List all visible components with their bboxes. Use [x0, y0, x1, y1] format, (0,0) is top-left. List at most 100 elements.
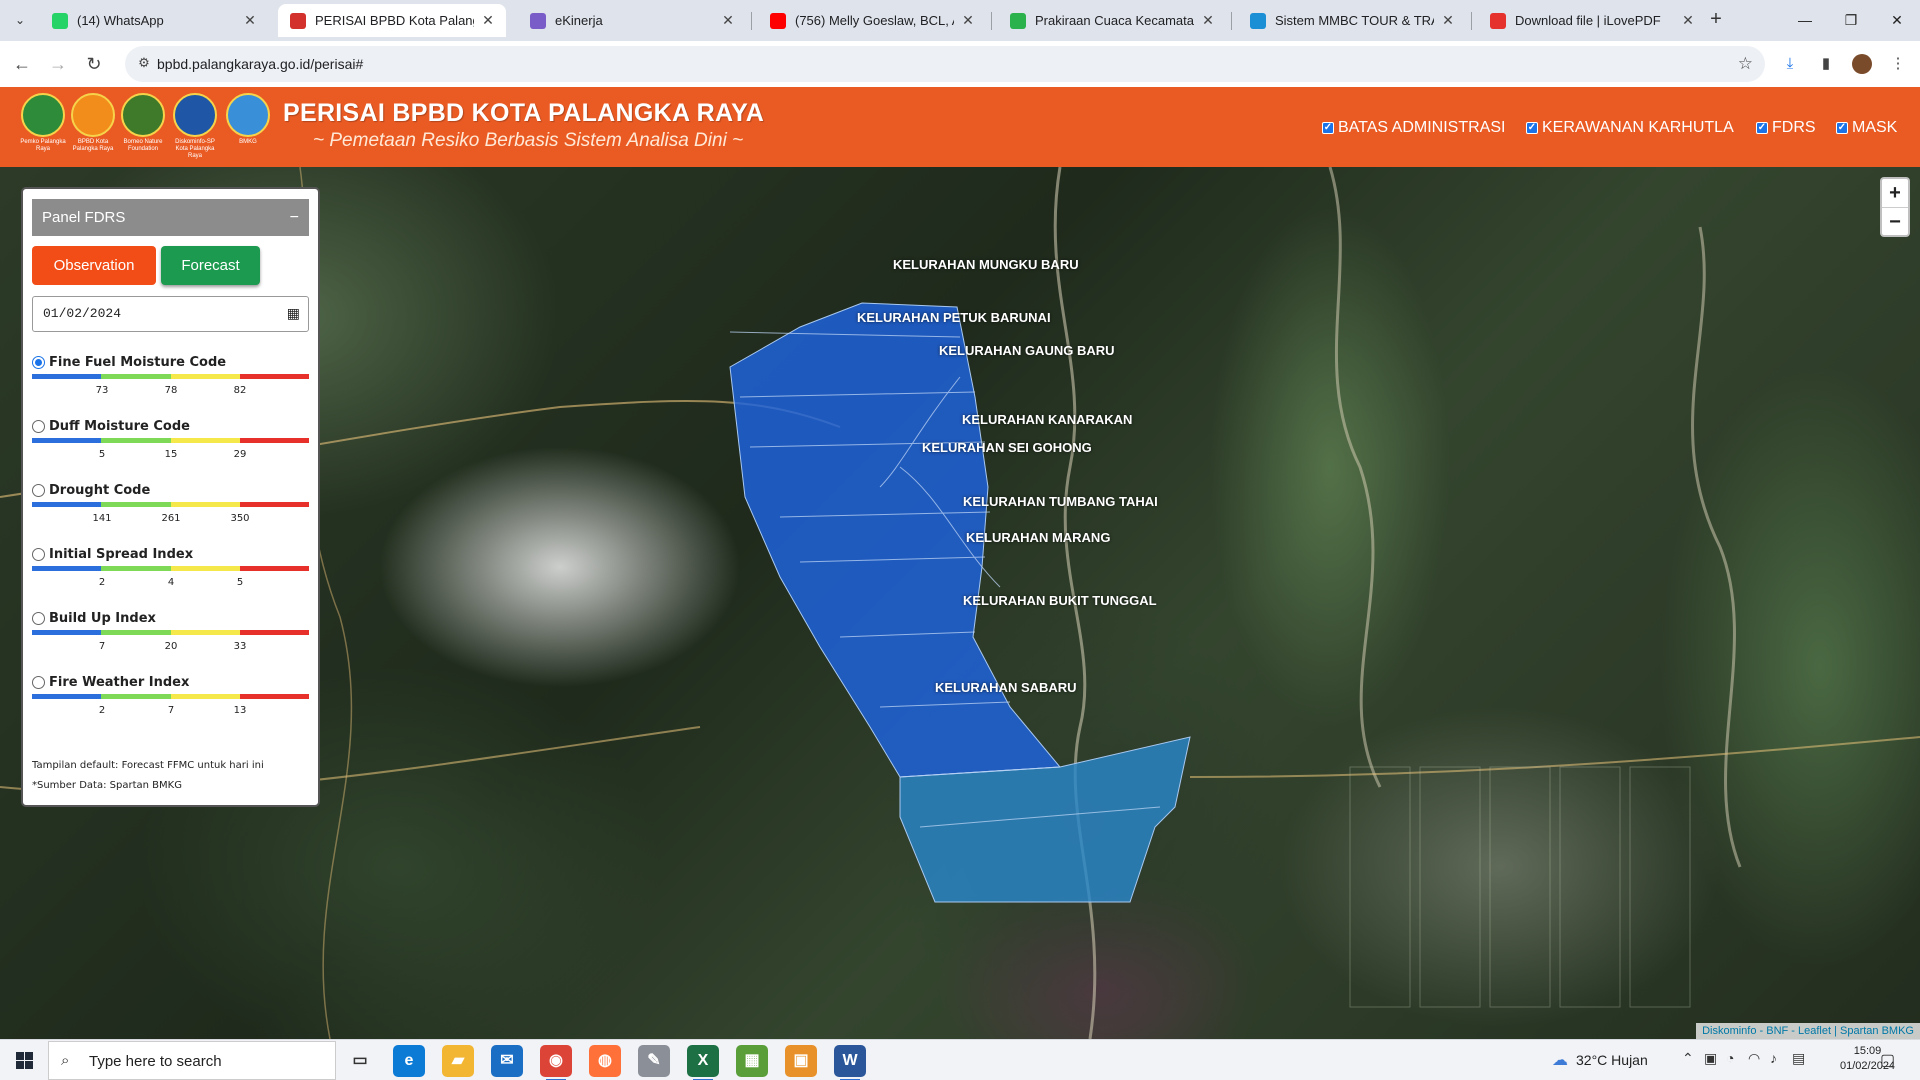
date-value: 01/02/2024 [43, 306, 122, 321]
chrome-icon[interactable]: ◉ [540, 1045, 572, 1080]
layer-toggle[interactable]: ✓ FDRS [1756, 119, 1816, 137]
zoom-out-button[interactable]: − [1882, 207, 1908, 235]
calendar-icon[interactable]: ▦ [287, 297, 300, 331]
layer-toggle[interactable]: ✓ KERAWANAN KARHUTLA [1526, 119, 1734, 137]
logo-emblem-icon [226, 93, 270, 137]
restore-icon[interactable]: ❐ [1828, 0, 1874, 41]
task-view-icon[interactable]: ▭ [344, 1045, 376, 1077]
radio-button[interactable] [32, 612, 45, 625]
profile-avatar[interactable] [1850, 52, 1874, 76]
index-name: Build Up Index [49, 611, 156, 626]
start-button[interactable] [0, 1040, 48, 1080]
index-name: Drought Code [49, 483, 151, 498]
region-label: KELURAHAN KANARAKAN [962, 412, 1133, 427]
url-text[interactable]: bpbd.palangkaraya.go.id/perisai# [157, 56, 363, 72]
close-tab-icon[interactable]: ✕ [720, 12, 736, 29]
app-icon[interactable]: ✎ [638, 1045, 670, 1077]
tab-title: (14) WhatsApp [77, 13, 164, 28]
close-window-icon[interactable]: ✕ [1874, 0, 1920, 41]
browser-tab[interactable]: PERISAI BPBD Kota Palangka Raya ✕ [278, 4, 506, 37]
fdrs-index-option[interactable]: Drought Code 141 261 350 [32, 483, 312, 524]
observation-button[interactable]: Observation [32, 246, 156, 285]
word-icon[interactable]: W [834, 1045, 866, 1080]
app-grid-icon[interactable]: ▦ [736, 1045, 768, 1077]
layer-toggle[interactable]: ✓ BATAS ADMINISTRASI [1322, 119, 1505, 137]
fdrs-index-option[interactable]: Fire Weather Index 2 7 13 [32, 675, 312, 716]
layer-toggle[interactable]: ✓ MASK [1836, 119, 1897, 137]
back-icon[interactable]: ← [10, 52, 34, 76]
language-icon[interactable]: ▤ [1792, 1050, 1805, 1067]
scale-segment [239, 694, 309, 699]
address-bar[interactable]: ⚙ bpbd.palangkaraya.go.id/perisai# ☆ [125, 46, 1765, 82]
close-tab-icon[interactable]: ✕ [960, 12, 976, 29]
browser-menu-icon[interactable]: ⋮ [1886, 52, 1910, 76]
map-attribution[interactable]: Diskominfo - BNF - Leaflet | Spartan BMK… [1696, 1023, 1920, 1039]
browser-tab[interactable]: Download file | iLovePDF ✕ [1478, 4, 1706, 37]
radio-button[interactable] [32, 484, 45, 497]
bookmark-star-icon[interactable]: ☆ [1738, 54, 1753, 74]
fdrs-index-option[interactable]: Build Up Index 7 20 33 [32, 611, 312, 652]
index-label[interactable]: Initial Spread Index [32, 547, 312, 562]
forward-icon[interactable]: → [46, 52, 70, 76]
search-icon: ⌕ [61, 1052, 70, 1069]
file-explorer-icon[interactable]: ▰ [442, 1045, 474, 1077]
close-tab-icon[interactable]: ✕ [1200, 12, 1216, 29]
radio-button[interactable] [32, 356, 45, 369]
index-name: Fire Weather Index [49, 675, 190, 690]
checkbox-icon[interactable]: ✓ [1756, 122, 1768, 134]
logo-emblem-icon [121, 93, 165, 137]
app-window-icon[interactable]: ▣ [785, 1045, 817, 1077]
network-icon[interactable]: ◔ [1726, 1050, 1734, 1066]
firefox-icon[interactable]: ◍ [589, 1045, 621, 1077]
fdrs-index-option[interactable]: Fine Fuel Moisture Code 73 78 82 [32, 355, 312, 396]
index-label[interactable]: Fire Weather Index [32, 675, 312, 690]
browser-tab[interactable]: eKinerja ✕ [518, 4, 746, 37]
minimize-icon[interactable]: — [1782, 0, 1828, 41]
browser-tab[interactable]: (14) WhatsApp ✕ [40, 4, 268, 37]
downloads-icon[interactable]: ⤓ [1778, 52, 1802, 76]
radio-button[interactable] [32, 420, 45, 433]
wifi-icon[interactable]: ◠ [1748, 1050, 1760, 1067]
color-scale-bar [32, 694, 309, 699]
new-tab-button[interactable]: + [1704, 8, 1728, 32]
side-panel-icon[interactable]: ▮ [1814, 52, 1838, 76]
tab-separator [1231, 12, 1232, 30]
chevron-up-icon[interactable]: ⌃ [1682, 1050, 1694, 1067]
scale-segment [170, 438, 240, 443]
scale-segment [239, 502, 309, 507]
zoom-in-button[interactable]: + [1882, 179, 1908, 207]
reload-icon[interactable]: ↻ [82, 52, 106, 76]
index-label[interactable]: Drought Code [32, 483, 312, 498]
date-input[interactable]: 01/02/2024 ▦ [32, 296, 309, 332]
browser-tab[interactable]: (756) Melly Goeslaw, BCL, Agnes ✕ [758, 4, 986, 37]
fdrs-index-option[interactable]: Initial Spread Index 2 4 5 [32, 547, 312, 588]
radio-button[interactable] [32, 676, 45, 689]
volume-icon[interactable]: ♪ [1770, 1050, 1777, 1066]
taskbar-search[interactable]: ⌕ Type here to search [48, 1041, 336, 1080]
fdrs-index-option[interactable]: Duff Moisture Code 5 15 29 [32, 419, 312, 460]
close-tab-icon[interactable]: ✕ [1440, 12, 1456, 29]
collapse-icon[interactable]: − [290, 199, 299, 236]
checkbox-icon[interactable]: ✓ [1526, 122, 1538, 134]
index-label[interactable]: Build Up Index [32, 611, 312, 626]
browser-tab[interactable]: Prakiraan Cuaca Kecamatan Sab ✕ [998, 4, 1226, 37]
browser-tab[interactable]: Sistem MMBC TOUR & TRAVEL ✕ [1238, 4, 1466, 37]
tab-search-dropdown-icon[interactable]: ⌄ [8, 8, 32, 32]
close-tab-icon[interactable]: ✕ [1680, 12, 1696, 29]
checkbox-icon[interactable]: ✓ [1836, 122, 1848, 134]
forecast-button[interactable]: Forecast [161, 246, 260, 285]
weather-widget[interactable]: ☁ 32°C Hujan [1552, 1050, 1648, 1070]
close-tab-icon[interactable]: ✕ [480, 12, 496, 29]
edge-icon[interactable]: e [393, 1045, 425, 1077]
meet-icon[interactable]: ▣ [1704, 1050, 1717, 1067]
notification-icon[interactable]: ▢ [1880, 1050, 1895, 1070]
mail-icon[interactable]: ✉ [491, 1045, 523, 1077]
site-info-icon[interactable]: ⚙ [135, 55, 153, 73]
close-tab-icon[interactable]: ✕ [242, 12, 258, 29]
index-label[interactable]: Fine Fuel Moisture Code [32, 355, 312, 370]
panel-header[interactable]: Panel FDRS − [32, 199, 309, 236]
checkbox-icon[interactable]: ✓ [1322, 122, 1334, 134]
radio-button[interactable] [32, 548, 45, 561]
excel-icon[interactable]: X [687, 1045, 719, 1080]
index-label[interactable]: Duff Moisture Code [32, 419, 312, 434]
